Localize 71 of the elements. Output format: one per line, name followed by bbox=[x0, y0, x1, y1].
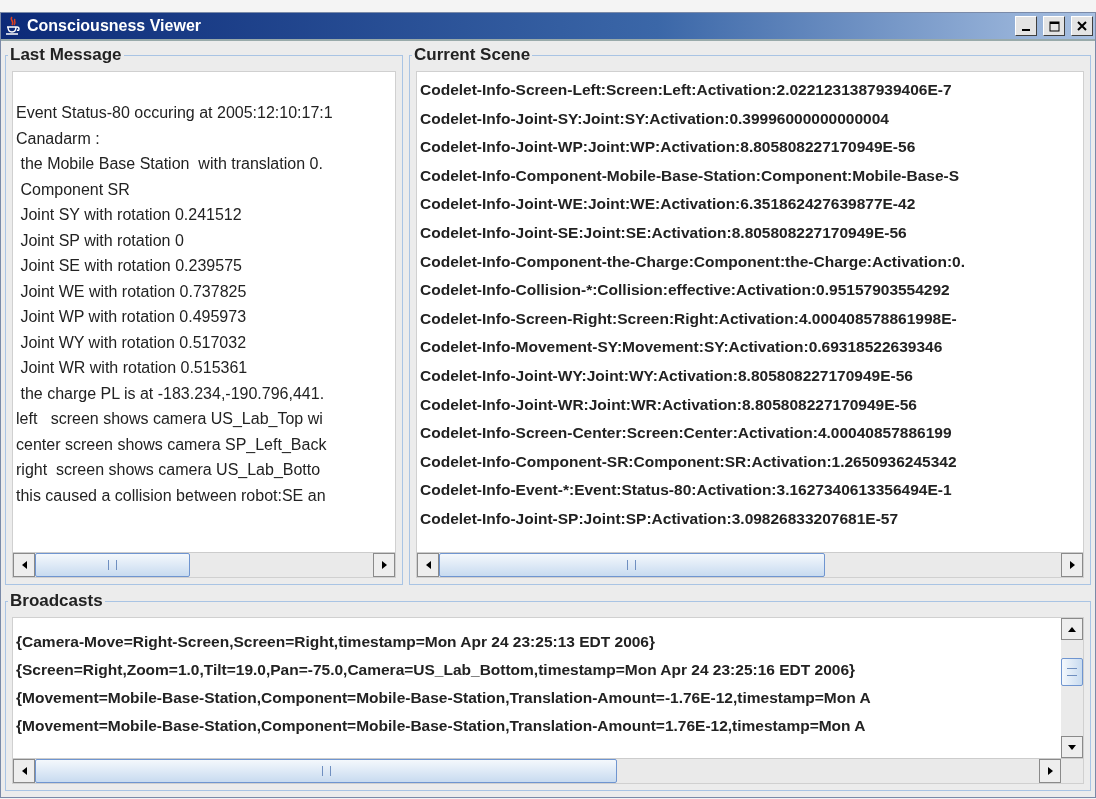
close-icon bbox=[1077, 21, 1087, 31]
message-line: Joint WY with rotation 0.517032 bbox=[19, 332, 248, 353]
message-line: Canadarm : bbox=[16, 128, 101, 149]
close-button[interactable] bbox=[1071, 16, 1093, 36]
scroll-right-button[interactable] bbox=[1061, 553, 1083, 577]
message-line: Joint WP with rotation 0.495973 bbox=[19, 307, 248, 327]
scene-line: Codelet-Info-Movement-SY:Movement:SY:Activation:0.69318522639346 bbox=[420, 337, 944, 358]
message-line: left screen shows camera US_Lab_Top wi bbox=[16, 409, 324, 429]
horizontal-scrollbar[interactable] bbox=[13, 552, 395, 577]
left-arrow-icon bbox=[21, 561, 27, 569]
maximize-icon bbox=[1048, 20, 1060, 32]
message-line: Event Status-80 occuring at 2005:12:10:17:1 bbox=[16, 103, 334, 123]
scene-line: Codelet-Info-Screen-Center:Screen:Center:Activation:4.00040857886199 bbox=[420, 423, 953, 444]
scrollbar-thumb[interactable] bbox=[35, 759, 618, 783]
scene-line: Codelet-Info-Joint-WE:Joint:WE:Activation:6.351862427639877E-42 bbox=[420, 194, 917, 215]
panel-title: Last Message bbox=[9, 45, 123, 65]
minimize-button[interactable] bbox=[1015, 16, 1037, 36]
scene-line: Codelet-Info-Screen-Right:Screen:Right:Activation:4.000408578861998E- bbox=[420, 308, 958, 329]
broadcast-line: {Camera-Move=Right-Screen,Screen=Right,timestamp=Mon Apr 24 23:25:13 EDT 2006} bbox=[16, 632, 657, 652]
scroll-left-button[interactable] bbox=[13, 553, 35, 577]
scene-line: Codelet-Info-Joint-SE:Joint:SE:Activation:8.805808227170949E-56 bbox=[420, 222, 908, 243]
right-arrow-icon bbox=[381, 561, 387, 569]
message-line: this caused a collision between robot:SE an bbox=[16, 485, 327, 506]
message-line: Joint SE with rotation 0.239575 bbox=[19, 256, 243, 276]
horizontal-scrollbar[interactable] bbox=[417, 552, 1083, 577]
scene-line: Codelet-Info-Joint-SP:Joint:SP:Activation:3.09826833207681E-57 bbox=[420, 508, 900, 529]
scene-line: Codelet-Info-Joint-WY:Joint:WY:Activation:8.805808227170949E-56 bbox=[420, 365, 914, 386]
maximize-button[interactable] bbox=[1043, 16, 1065, 36]
scroll-right-button[interactable] bbox=[1039, 759, 1061, 783]
scroll-right-button[interactable] bbox=[373, 553, 395, 577]
scroll-down-button[interactable] bbox=[1061, 736, 1083, 758]
down-arrow-icon bbox=[1068, 744, 1076, 750]
scrollbar-thumb[interactable] bbox=[1061, 658, 1083, 686]
right-arrow-icon bbox=[1047, 767, 1053, 775]
message-line: Joint WE with rotation 0.737825 bbox=[19, 281, 248, 302]
message-line: right screen shows camera US_Lab_Botto bbox=[16, 460, 322, 480]
scroll-left-button[interactable] bbox=[417, 553, 439, 577]
left-arrow-icon bbox=[425, 561, 431, 569]
horizontal-scrollbar[interactable] bbox=[13, 758, 1083, 783]
broadcast-line: {Screen=Right,Zoom=1.0,Tilt=19.0,Pan=-75.0,Camera=US_Lab_Bottom,timestamp=Mon Apr 24 23:25:16 EDT 2006} bbox=[16, 660, 857, 680]
broadcast-line: {Movement=Mobile-Base-Station,Component=Mobile-Base-Station,Translation-Amount=-1.76E-12,timestamp=Mon A bbox=[16, 688, 872, 708]
scene-line: Codelet-Info-Component-SR:Component:SR:Activation:1.2650936245342 bbox=[420, 451, 958, 472]
message-line: center screen shows camera SP_Left_Back bbox=[16, 434, 328, 455]
scene-line: Codelet-Info-Screen-Left:Screen:Left:Activation:2.0221231387939406E-7 bbox=[420, 80, 953, 100]
message-line: Joint WR with rotation 0.515361 bbox=[19, 358, 249, 378]
scroll-left-button[interactable] bbox=[13, 759, 35, 783]
panel-title: Broadcasts bbox=[9, 591, 104, 611]
scene-line: Codelet-Info-Component-Mobile-Base-Station:Component:Mobile-Base-S bbox=[420, 165, 961, 186]
scene-line: Codelet-Info-Joint-SY:Joint:SY:Activation:0.39996000000000004 bbox=[420, 108, 890, 129]
window-title: Consciousness Viewer bbox=[27, 17, 202, 35]
panel-title: Current Scene bbox=[413, 45, 532, 65]
message-line: the charge PL is at -183.234,-190.796,441. bbox=[19, 383, 326, 404]
right-arrow-icon bbox=[1069, 561, 1075, 569]
scrollbar-thumb[interactable] bbox=[439, 553, 825, 577]
scene-line: Codelet-Info-Joint-WP:Joint:WP:Activation:8.805808227170949E-56 bbox=[420, 137, 917, 158]
left-arrow-icon bbox=[21, 767, 27, 775]
app-icon bbox=[5, 16, 21, 36]
minimize-icon bbox=[1022, 29, 1030, 31]
scene-line: Codelet-Info-Joint-WR:Joint:WR:Activation:8.805808227170949E-56 bbox=[420, 394, 918, 415]
message-line: Component SR bbox=[19, 179, 131, 200]
message-line: the Mobile Base Station with translation 0. bbox=[19, 154, 324, 174]
scene-line: Codelet-Info-Component-the-Charge:Component:the-Charge:Activation:0. bbox=[420, 251, 967, 272]
vertical-scrollbar[interactable] bbox=[1061, 618, 1083, 758]
message-line: Joint SP with rotation 0 bbox=[19, 230, 185, 251]
scene-line: Codelet-Info-Collision-*:Collision:effective:Activation:0.95157903554292 bbox=[420, 280, 951, 301]
broadcast-line: {Movement=Mobile-Base-Station,Component=Mobile-Base-Station,Translation-Amount=1.76E-12,timestamp=Mon A bbox=[16, 716, 867, 736]
scroll-up-button[interactable] bbox=[1061, 618, 1083, 640]
scrollbar-thumb[interactable] bbox=[35, 553, 191, 577]
message-line: Joint SY with rotation 0.241512 bbox=[19, 205, 243, 225]
scene-line: Codelet-Info-Event-*:Event:Status-80:Activation:3.1627340613356494E-1 bbox=[420, 480, 953, 501]
up-arrow-icon bbox=[1068, 626, 1076, 632]
